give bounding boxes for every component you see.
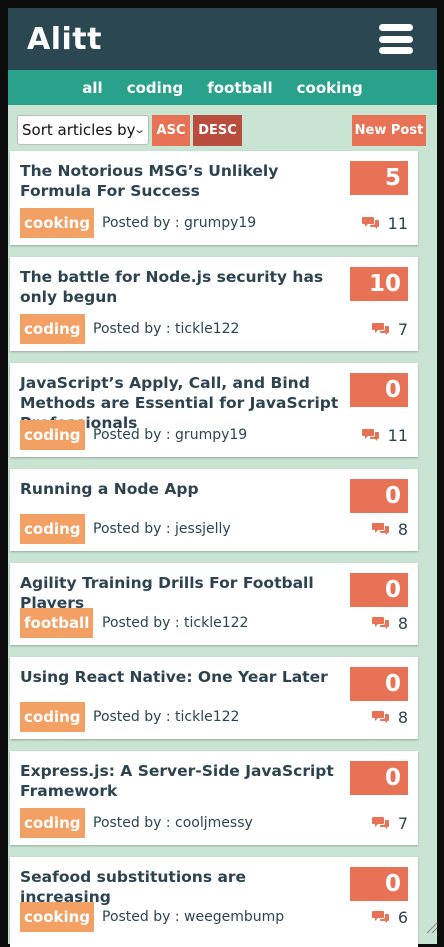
vote-count-button[interactable]: 5 — [350, 161, 408, 195]
comment-count-value: 11 — [387, 425, 408, 445]
comments-icon — [371, 910, 390, 924]
posted-by-prefix: Posted by : — [93, 709, 171, 725]
posted-by: Posted by : grumpy19 — [102, 208, 256, 238]
article-topic-tag[interactable]: coding — [20, 420, 85, 450]
vote-count-button[interactable]: 10 — [350, 267, 408, 301]
article-topic-tag[interactable]: cooking — [20, 208, 95, 238]
article-author[interactable]: tickle122 — [175, 321, 239, 337]
posted-by-prefix: Posted by : — [93, 815, 171, 831]
comment-count-value: 7 — [397, 319, 408, 339]
posted-by: Posted by : grumpy19 — [93, 420, 247, 450]
posted-by-prefix: Posted by : — [102, 615, 180, 631]
article-author[interactable]: grumpy19 — [184, 215, 256, 231]
comment-count-value: 6 — [397, 907, 408, 927]
comments-icon — [371, 322, 390, 336]
posted-by: Posted by : tickle122 — [102, 608, 248, 638]
comments-icon — [371, 616, 390, 630]
comment-count[interactable]: 8 — [371, 702, 408, 732]
comment-count-value: 7 — [397, 813, 408, 833]
article-card: Agility Training Drills For Football Pla… — [10, 563, 418, 645]
comment-count[interactable]: 8 — [371, 608, 408, 638]
comments-icon — [361, 428, 380, 442]
posted-by: Posted by : weegembump — [102, 902, 284, 932]
article-topic-tag[interactable]: coding — [20, 808, 85, 838]
posted-by-prefix: Posted by : — [102, 215, 180, 231]
posted-by-prefix: Posted by : — [93, 427, 171, 443]
chevron-down-icon: ⌄ — [132, 123, 146, 136]
posted-by: Posted by : jessjelly — [93, 514, 231, 544]
sort-controls: Sort articles by ⌄ ASC DESC New Post — [8, 105, 437, 157]
brand-logo[interactable]: Alitt — [27, 22, 102, 57]
vote-count-button[interactable]: 0 — [350, 867, 408, 901]
article-card: JavaScript’s Apply, Call, and Bind Metho… — [10, 363, 418, 457]
vote-count-button[interactable]: 0 — [350, 479, 408, 513]
article-title[interactable]: Seafood substitutions are increasing — [20, 867, 340, 907]
topic-link-coding[interactable]: coding — [127, 79, 184, 97]
article-title[interactable]: The Notorious MSG’s Unlikely Formula For… — [20, 161, 340, 201]
topic-link-cooking[interactable]: cooking — [297, 79, 363, 97]
article-topic-tag[interactable]: coding — [20, 314, 85, 344]
article-title[interactable]: Using React Native: One Year Later — [20, 667, 340, 687]
article-author[interactable]: grumpy19 — [175, 427, 247, 443]
comments-icon — [371, 522, 390, 536]
comment-count[interactable]: 7 — [371, 314, 408, 344]
comment-count[interactable]: 11 — [361, 420, 408, 450]
topic-link-all[interactable]: all — [82, 79, 102, 97]
comment-count[interactable]: 8 — [371, 514, 408, 544]
article-author[interactable]: jessjelly — [175, 521, 231, 537]
article-author[interactable]: cooljmessy — [175, 815, 253, 831]
comment-count[interactable]: 6 — [371, 902, 408, 932]
posted-by: Posted by : tickle122 — [93, 314, 239, 344]
article-title[interactable]: Agility Training Drills For Football Pla… — [20, 573, 340, 613]
article-card: The battle for Node.js security has only… — [10, 257, 418, 351]
article-topic-tag[interactable]: cooking — [20, 902, 95, 932]
comments-icon — [371, 816, 390, 830]
vote-count-button[interactable]: 0 — [350, 573, 408, 607]
sort-select-label: Sort articles by — [22, 121, 136, 139]
topic-link-football[interactable]: football — [207, 79, 272, 97]
article-topic-tag[interactable]: coding — [20, 702, 85, 732]
comment-count-value: 8 — [397, 707, 408, 727]
vote-count-button[interactable]: 0 — [350, 373, 408, 407]
posted-by: Posted by : tickle122 — [93, 702, 239, 732]
article-topic-tag[interactable]: coding — [20, 514, 85, 544]
article-card: Express.js: A Server-Side JavaScript Fra… — [10, 751, 418, 845]
hamburger-menu-icon[interactable] — [379, 22, 413, 56]
article-author[interactable]: tickle122 — [175, 709, 239, 725]
article-card: Seafood substitutions are increasing 0 coo… — [10, 857, 418, 947]
comment-count[interactable]: 11 — [361, 208, 408, 238]
posted-by-prefix: Posted by : — [102, 909, 180, 925]
posted-by-prefix: Posted by : — [93, 521, 171, 537]
article-card: The Notorious MSG’s Unlikely Formula For… — [10, 151, 418, 245]
article-title[interactable]: The battle for Node.js security has only… — [20, 267, 340, 307]
vote-count-button[interactable]: 0 — [350, 667, 408, 701]
desc-button[interactable]: DESC — [193, 115, 242, 146]
new-post-button[interactable]: New Post — [352, 115, 426, 146]
article-card: Running a Node App 0 coding Posted by : jes… — [10, 469, 418, 551]
vote-count-button[interactable]: 0 — [350, 761, 408, 795]
posted-by-prefix: Posted by : — [93, 321, 171, 337]
comment-count-value: 8 — [397, 613, 408, 633]
asc-button[interactable]: ASC — [152, 115, 190, 146]
comments-icon — [371, 710, 390, 724]
topic-nav: all coding football cooking — [8, 70, 437, 105]
comment-count-value: 8 — [397, 519, 408, 539]
article-topic-tag[interactable]: football — [20, 608, 94, 638]
posted-by: Posted by : cooljmessy — [93, 808, 253, 838]
comment-count[interactable]: 7 — [371, 808, 408, 838]
article-card: Using React Native: One Year Later 0 codin… — [10, 657, 418, 739]
app-header: Alitt — [8, 8, 437, 70]
comment-count-value: 11 — [387, 213, 408, 233]
comments-icon — [361, 216, 380, 230]
article-title[interactable]: Running a Node App — [20, 479, 340, 499]
sort-select[interactable]: Sort articles by ⌄ — [17, 115, 149, 145]
article-title[interactable]: Express.js: A Server-Side JavaScript Fra… — [20, 761, 340, 801]
article-author[interactable]: weegembump — [184, 909, 284, 925]
article-author[interactable]: tickle122 — [184, 615, 248, 631]
resize-grip-icon[interactable] — [424, 920, 438, 934]
